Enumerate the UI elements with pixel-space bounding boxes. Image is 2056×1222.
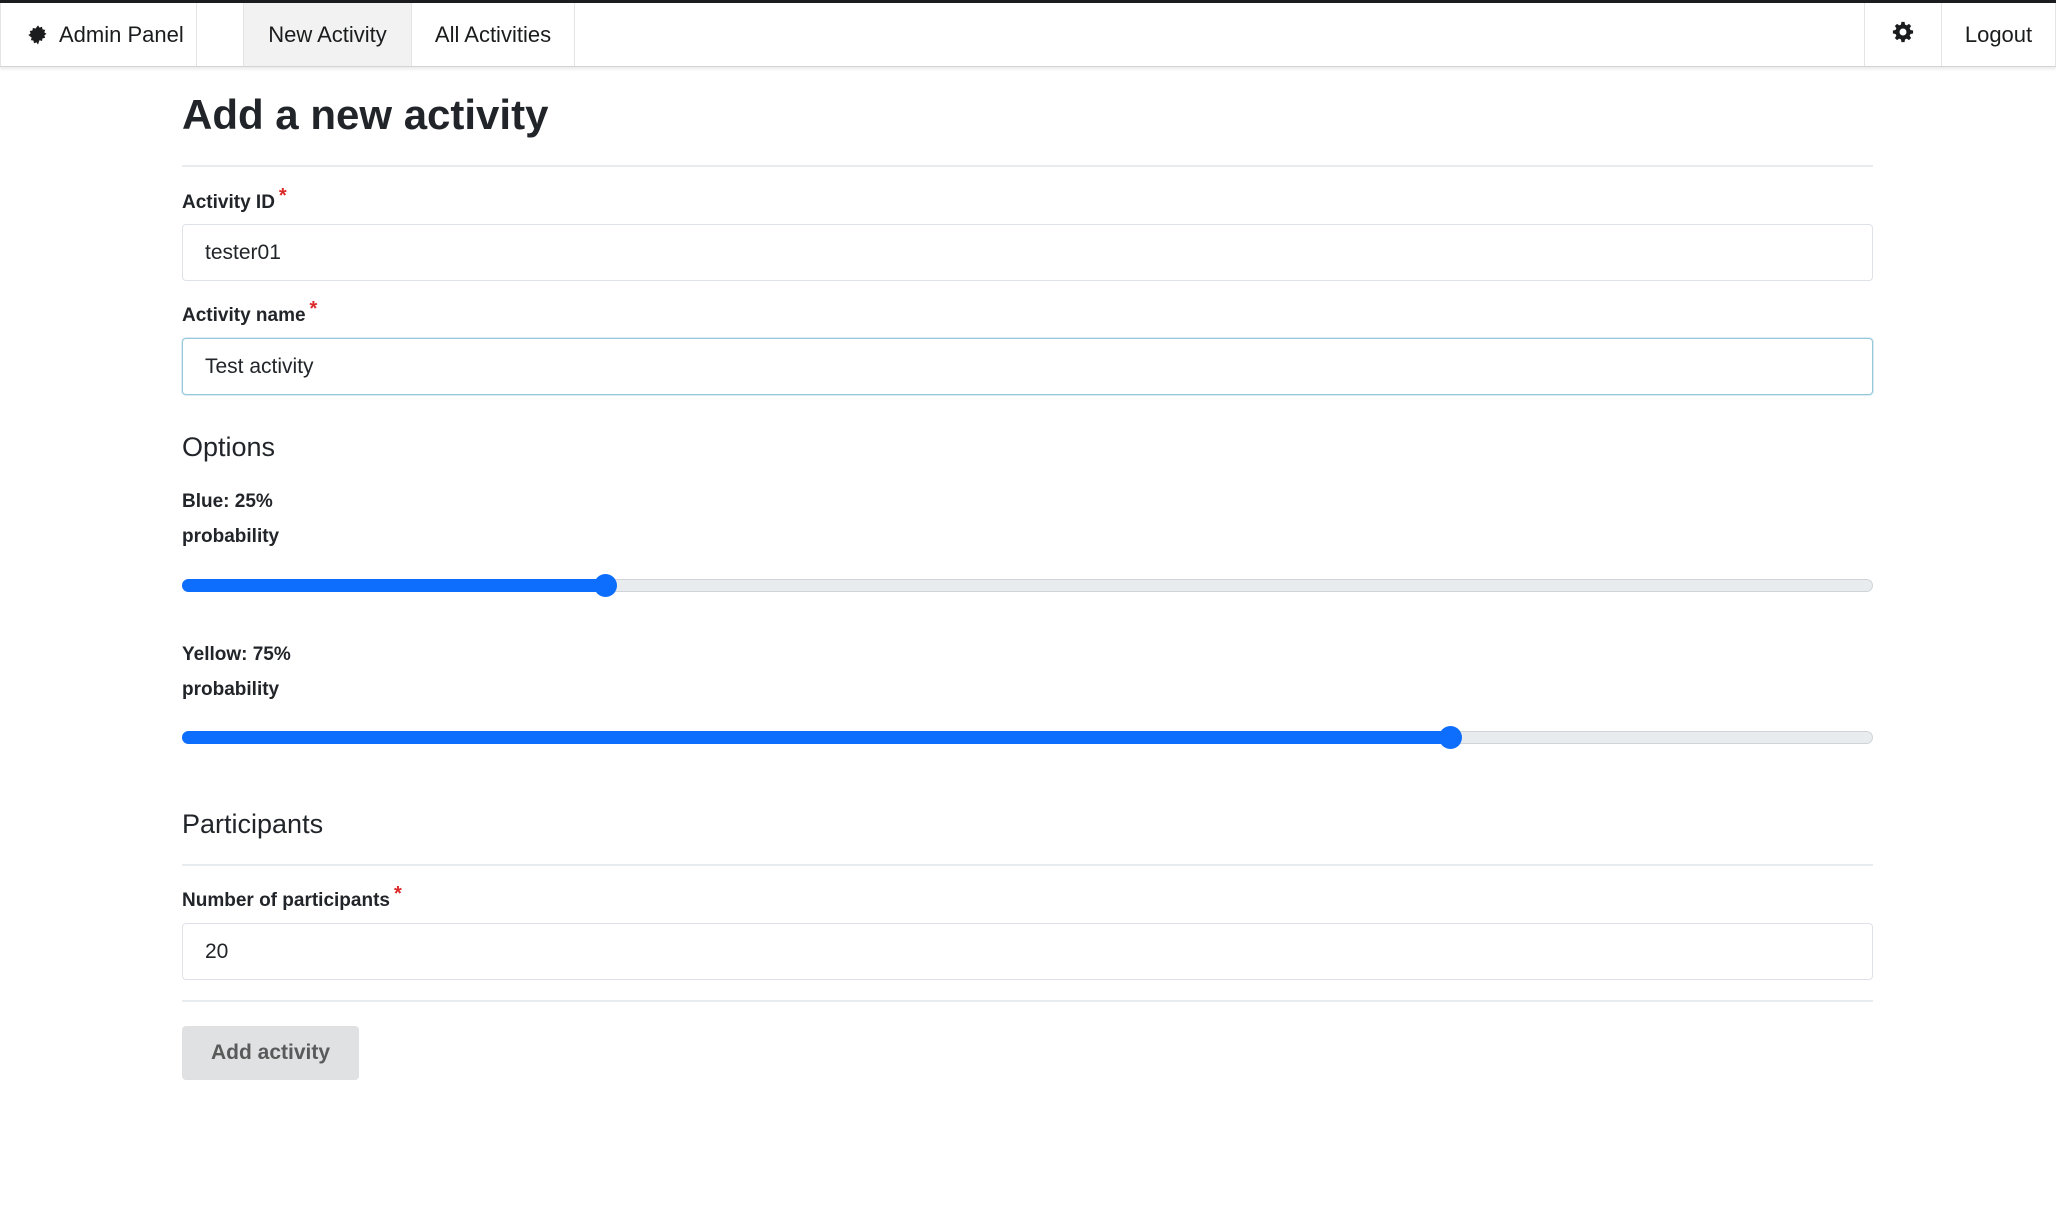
title-divider — [182, 165, 1873, 167]
add-activity-button[interactable]: Add activity — [182, 1026, 359, 1080]
tab-all-activities[interactable]: All Activities — [412, 3, 575, 66]
slider-thumb[interactable] — [1439, 726, 1463, 749]
required-mark: * — [393, 883, 402, 905]
participants-count-label-text: Number of participants — [182, 890, 390, 911]
activity-name-label-text: Activity name — [182, 305, 306, 326]
activity-name-input[interactable] — [182, 338, 1873, 395]
blue-probability-slider[interactable] — [182, 571, 1873, 599]
form-footer-divider — [182, 1000, 1873, 1002]
logout-link[interactable]: Logout — [1942, 3, 2056, 66]
page-title: Add a new activity — [182, 91, 549, 138]
participants-count-label: Number of participants * — [182, 883, 402, 912]
activity-name-label: Activity name * — [182, 298, 317, 327]
required-mark: * — [278, 185, 287, 207]
required-mark: * — [309, 298, 318, 320]
brand-link[interactable]: Admin Panel — [0, 3, 197, 66]
yellow-slider-label: Yellow: 75% probability — [182, 644, 291, 700]
blue-slider-label: Blue: 25% probability — [182, 491, 280, 547]
activity-id-label-text: Activity ID — [182, 192, 275, 213]
activity-id-input[interactable] — [182, 224, 1873, 281]
participants-count-input[interactable] — [182, 923, 1873, 980]
yellow-probability-slider[interactable] — [182, 723, 1873, 751]
slider-fill — [182, 731, 1451, 744]
slider-thumb[interactable] — [593, 574, 617, 597]
top-navbar: Admin Panel New Activity All Activities … — [0, 0, 2056, 67]
activity-id-label: Activity ID * — [182, 185, 287, 214]
participants-divider — [182, 864, 1873, 866]
brand-label: Admin Panel — [59, 21, 184, 47]
participants-heading: Participants — [182, 809, 324, 839]
options-heading: Options — [182, 432, 276, 462]
tab-new-activity[interactable]: New Activity — [244, 3, 412, 66]
cog-logo-icon — [27, 24, 49, 46]
settings-button[interactable] — [1864, 3, 1942, 66]
slider-fill — [182, 579, 605, 592]
gear-icon — [1892, 21, 1914, 49]
nav-spacer — [197, 3, 244, 66]
